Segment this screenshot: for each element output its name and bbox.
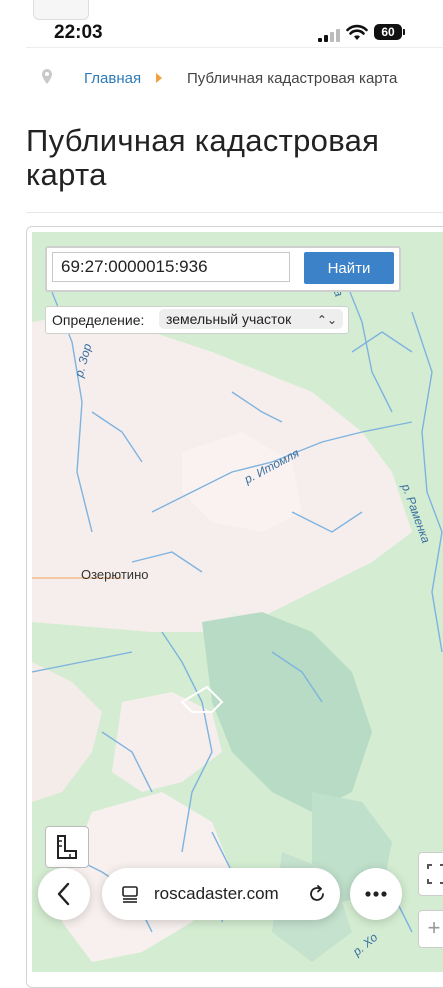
address-bar[interactable]: roscadaster.com [102, 868, 340, 920]
top-partial-button[interactable] [33, 0, 89, 20]
more-button[interactable] [350, 868, 402, 920]
definition-selected-value: земельный участок [166, 311, 292, 327]
chevron-right-icon [156, 73, 162, 83]
page-title: Публичная кадастровая карта [26, 123, 380, 192]
breadcrumb-current: Публичная кадастровая карта [187, 70, 398, 87]
status-bar: 22:03 60 [0, 18, 443, 48]
url-text: roscadaster.com [154, 884, 279, 903]
status-divider [26, 47, 443, 48]
back-button[interactable] [38, 868, 90, 920]
definition-panel: Определение: земельный участок ⌃⌄ [45, 306, 349, 334]
cadastral-number-input[interactable] [52, 252, 290, 282]
tabs-icon [122, 886, 138, 903]
definition-select[interactable]: земельный участок ⌃⌄ [159, 309, 343, 329]
find-button[interactable]: Найти [304, 252, 394, 284]
location-pin-icon [42, 69, 52, 84]
back-arrow-icon [57, 882, 70, 906]
definition-label: Определение: [52, 312, 145, 328]
chevron-updown-icon: ⌃⌄ [316, 313, 337, 327]
signal-icon [318, 28, 342, 42]
status-time: 22:03 [54, 22, 103, 43]
reload-icon[interactable] [306, 883, 328, 905]
cadastral-search-panel: Найти [45, 246, 401, 292]
breadcrumb-home-link[interactable]: Главная [84, 70, 141, 87]
more-icon [365, 891, 387, 897]
battery-indicator: 60 [374, 24, 405, 40]
map-place-label: Озерютино [81, 567, 149, 582]
wifi-icon [346, 24, 368, 40]
title-divider [26, 212, 443, 213]
browser-bottom-bar: roscadaster.com [0, 860, 443, 960]
